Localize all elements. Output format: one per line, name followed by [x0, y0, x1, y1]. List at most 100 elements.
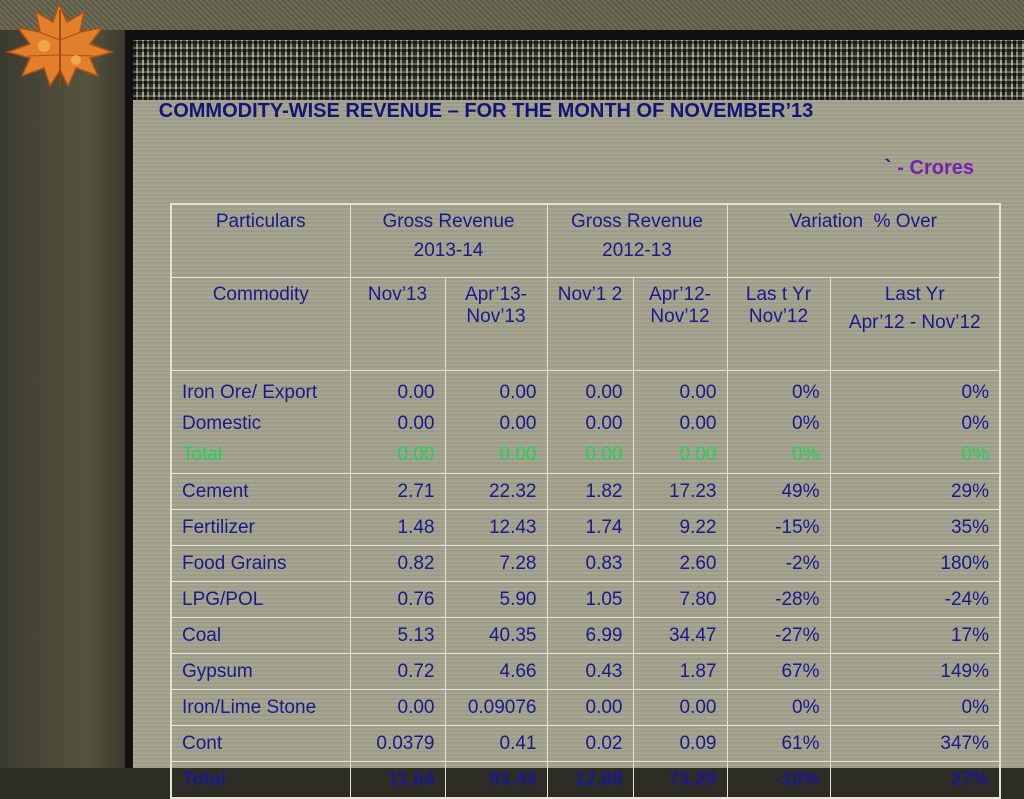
cell-var-apr: 17%: [829, 617, 1001, 654]
cell-var-nov: -27%: [726, 617, 831, 654]
cell: 0.00: [397, 382, 435, 403]
table-row: LPG/POL 0.76 5.90 1.05 7.80 -28% -24%: [170, 581, 1001, 618]
cell-nov12: 6.99: [546, 617, 634, 654]
cell-nov13: 0.00: [349, 689, 446, 726]
slide-header-pattern: [133, 40, 1024, 100]
commodity-name: Cement: [170, 473, 351, 510]
subheader-commodity: Commodity: [170, 277, 351, 371]
total-nov12: 12.88: [546, 761, 634, 799]
table-row: Food Grains 0.82 7.28 0.83 2.60 -2% 180%: [170, 545, 1001, 582]
iron-nov13: 0.00 0.00 0.00: [349, 370, 446, 474]
total-var-apr: 27%: [829, 761, 1001, 799]
iron-apr13: 0.00 0.00 0.00: [444, 370, 548, 474]
left-strip: [0, 30, 125, 768]
iron-nov12: 0.00 0.00 0.00: [546, 370, 634, 474]
cell-var-nov: -15%: [726, 509, 831, 546]
cell-nov13: 2.71: [349, 473, 446, 510]
cell-nov12: 0.00: [546, 689, 634, 726]
cell-var-apr: 180%: [829, 545, 1001, 582]
subheader-apr13: Apr’13-Nov’13: [444, 277, 548, 371]
cell: 0.00: [585, 382, 623, 403]
cell-var-nov: 61%: [726, 725, 831, 762]
cell: 0%: [961, 382, 989, 403]
cell-apr12: 17.23: [632, 473, 728, 510]
cell-nov12: 1.82: [546, 473, 634, 510]
cell: 0%: [792, 444, 820, 465]
iron-var-apr: 0% 0% 0%: [829, 370, 1001, 474]
cell-apr13: 22.32: [444, 473, 548, 510]
cell-var-nov: 49%: [726, 473, 831, 510]
cell-apr13: 0.09076: [444, 689, 548, 726]
top-band: [0, 0, 1024, 30]
commodity-name: Fertilizer: [170, 509, 351, 546]
subheader-nov12: Nov’1 2: [546, 277, 634, 371]
subheader-last-yr-apr-line2: Apr’12 - Nov’12: [848, 312, 981, 333]
cell-apr12: 1.87: [632, 653, 728, 690]
cell-nov12: 1.74: [546, 509, 634, 546]
cell-var-nov: -2%: [726, 545, 831, 582]
autumn-leaf-icon: [5, 1, 115, 88]
total-apr12: 73.29: [632, 761, 728, 799]
subheader-last-yr-apr-line1: Last Yr: [884, 284, 945, 305]
commodity-name: Iron/Lime Stone: [170, 689, 351, 726]
header-row: Particulars Gross Revenue 2013-14 Gross …: [170, 203, 1001, 278]
cell: 0.00: [397, 413, 435, 434]
total-row: Total 11.64 93.43 12.88 73.29 -10% 27%: [170, 761, 1001, 799]
header-gross-2013: Gross Revenue 2013-14: [349, 203, 548, 278]
cell-apr13: 40.35: [444, 617, 548, 654]
cell-nov12: 0.43: [546, 653, 634, 690]
cell-var-nov: 67%: [726, 653, 831, 690]
rupee-symbol: `: [884, 157, 892, 179]
cell-var-nov: 0%: [726, 689, 831, 726]
cell: 0.00: [397, 444, 435, 465]
table-row: Cement 2.71 22.32 1.82 17.23 49% 29%: [170, 473, 1001, 510]
subheader-row: Commodity Nov’13 Apr’13-Nov’13 Nov’1 2 A…: [170, 277, 1001, 371]
commodity-rows: Cement 2.71 22.32 1.82 17.23 49% 29% Fertilizer…: [170, 473, 1001, 762]
iron-apr12: 0.00 0.00 0.00: [632, 370, 728, 474]
total-var-nov: -10%: [726, 761, 831, 799]
cell-apr13: 0.41: [444, 725, 548, 762]
cell-apr13: 4.66: [444, 653, 548, 690]
cell: 0%: [792, 382, 820, 403]
cell-nov13: 0.76: [349, 581, 446, 618]
cell-nov13: 0.72: [349, 653, 446, 690]
cell: 0.00: [585, 413, 623, 434]
cell-apr13: 12.43: [444, 509, 548, 546]
cell: 0.00: [679, 413, 717, 434]
cell: 0.00: [585, 444, 623, 465]
cell-nov13: 5.13: [349, 617, 446, 654]
cell: 0.00: [499, 444, 537, 465]
cell-apr13: 7.28: [444, 545, 548, 582]
iron-var-nov: 0% 0% 0%: [726, 370, 831, 474]
cell-var-apr: 347%: [829, 725, 1001, 762]
header-gross-2013-line2: 2013-14: [413, 240, 484, 261]
cell-var-apr: -24%: [829, 581, 1001, 618]
cell-var-apr: 29%: [829, 473, 1001, 510]
cell-var-apr: 149%: [829, 653, 1001, 690]
total-label: Total: [170, 761, 351, 799]
subheader-apr12: Apr’12-Nov’12: [632, 277, 728, 371]
table-row: Gypsum 0.72 4.66 0.43 1.87 67% 149%: [170, 653, 1001, 690]
header-gross-2012: Gross Revenue 2012-13: [546, 203, 728, 278]
header-gross-2012-line2: 2012-13: [602, 240, 672, 261]
cell-var-nov: -28%: [726, 581, 831, 618]
commodity-name: Food Grains: [170, 545, 351, 582]
commodity-name: Gypsum: [170, 653, 351, 690]
cell: 0.00: [499, 413, 537, 434]
commodity-name: LPG/POL: [170, 581, 351, 618]
cell-apr12: 34.47: [632, 617, 728, 654]
units-text: - Crores: [897, 157, 974, 179]
commodity-name: Cont: [170, 725, 351, 762]
cell-apr12: 2.60: [632, 545, 728, 582]
table-row: Fertilizer 1.48 12.43 1.74 9.22 -15% 35%: [170, 509, 1001, 546]
cell-apr13: 5.90: [444, 581, 548, 618]
cell-apr12: 7.80: [632, 581, 728, 618]
cell-var-apr: 0%: [829, 689, 1001, 726]
cell-nov12: 1.05: [546, 581, 634, 618]
table-row: Coal 5.13 40.35 6.99 34.47 -27% 17%: [170, 617, 1001, 654]
cell-nov13: 0.0379: [349, 725, 446, 762]
iron-labels: Iron Ore/ Export Domestic Total: [170, 370, 351, 474]
iron-label-total: Total: [182, 444, 223, 465]
cell-apr12: 9.22: [632, 509, 728, 546]
header-variation: Variation % Over: [726, 203, 1001, 278]
